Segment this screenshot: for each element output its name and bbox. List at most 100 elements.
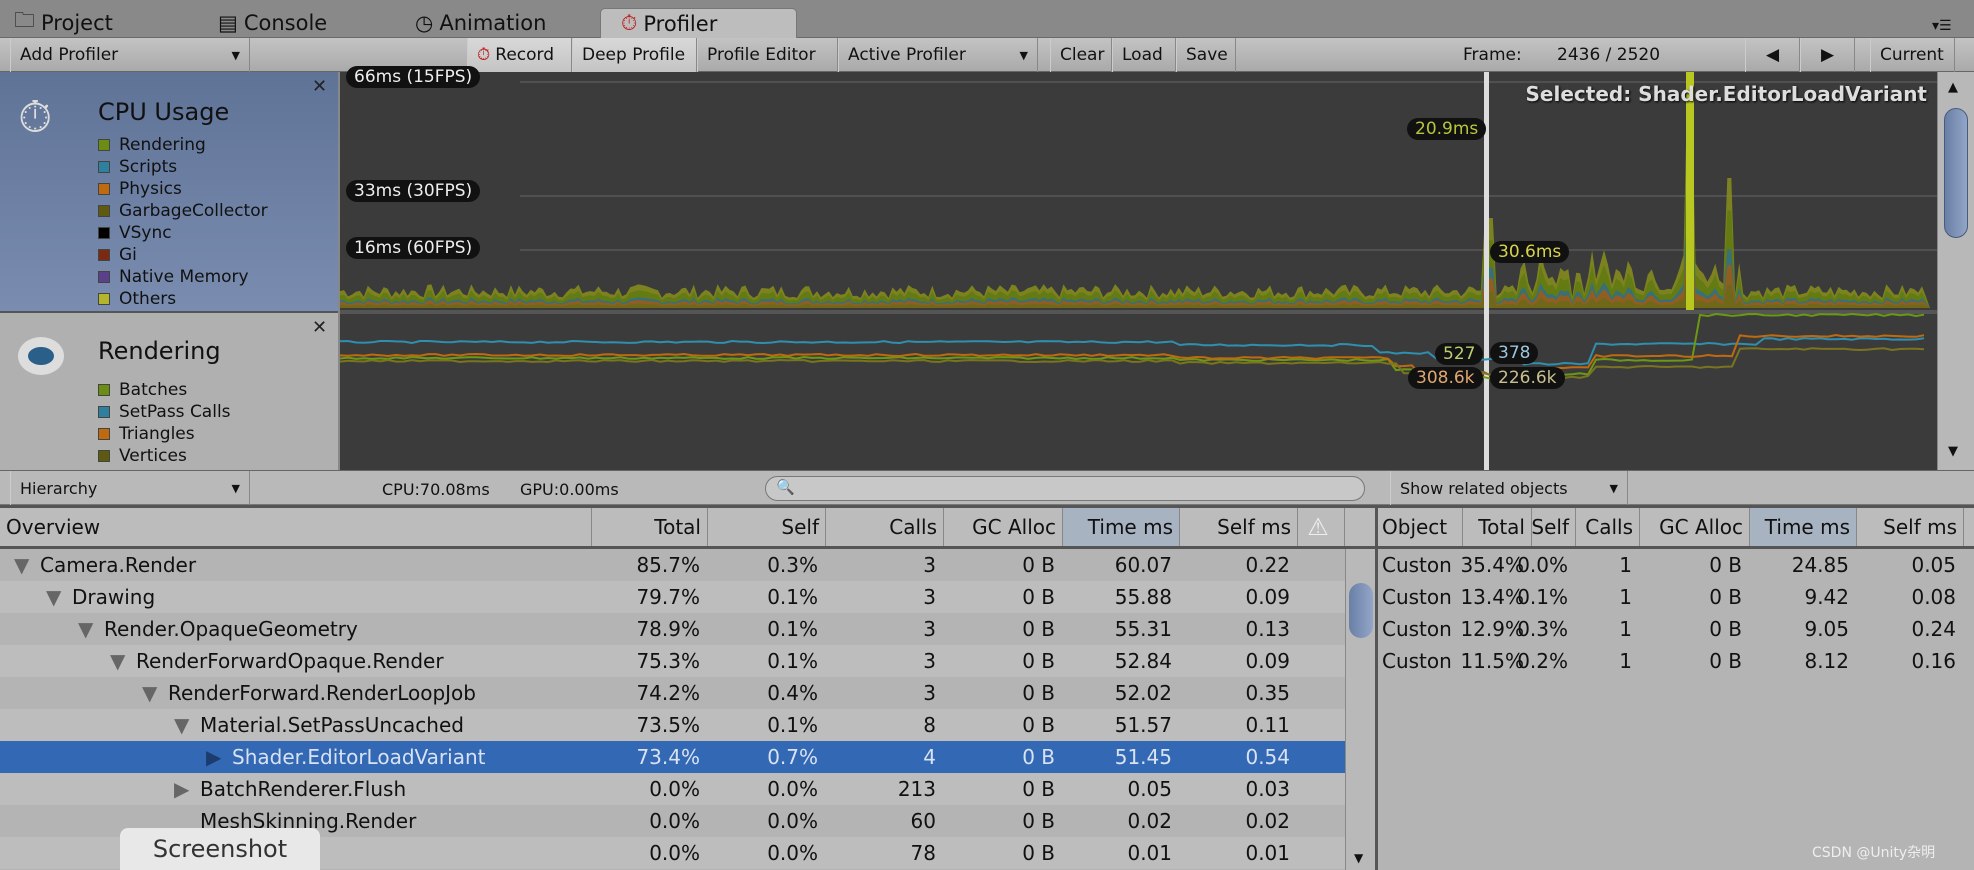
legend-item-physics[interactable]: Physics [98,179,182,199]
cell-2: 0.1% [1517,585,1568,609]
graph-canvas[interactable] [339,72,1937,470]
save-button[interactable]: Save [1176,38,1236,72]
expand-arrow-icon[interactable]: ▼ [14,553,40,577]
table-row[interactable]: ▼ Drawing 79.7% 0.1% 3 0 B 55.88 0.09 [0,581,1345,613]
cell-gc: 0 B [1022,553,1055,577]
search-input[interactable]: 🔍 [765,476,1365,501]
column-header-gc-alloc[interactable]: GC Alloc [944,508,1063,546]
column-header-self-ms[interactable]: Self ms [1180,508,1298,546]
cell-total: 0.0% [649,841,700,865]
cell-self: 0.0% [767,841,818,865]
cell-gc: 0 B [1022,713,1055,737]
column-header-calls[interactable]: Calls [826,508,944,546]
current-frame-button[interactable]: Current [1870,38,1955,72]
table-row[interactable]: Custon 12.9% 0.3% 1 0 B 9.05 0.24 [1378,613,1974,645]
profiler-toolbar: Add Profiler ▼ ⏱ Record Deep Profile Profi… [0,38,1974,72]
legend-label: GarbageCollector [119,201,268,221]
hierarchy-scrollbar[interactable]: ▼ [1345,549,1375,870]
load-button[interactable]: Load [1112,38,1176,72]
legend-label: VSync [119,223,172,243]
table-row[interactable]: ▼ Render.OpaqueGeometry 78.9% 0.1% 3 0 B 55.31… [0,613,1345,645]
cell-total: 73.4% [636,745,700,769]
legend-item-rendering[interactable]: Rendering [98,135,206,155]
column-header-calls[interactable]: Calls [1576,508,1640,546]
close-icon[interactable]: ✕ [312,317,327,338]
tab-profiler[interactable]: ⏱ Profiler [600,8,797,38]
cell-selfms: 0.54 [1245,745,1290,769]
next-frame-button[interactable]: ▶ [1800,38,1855,72]
expand-arrow-icon[interactable]: ▼ [46,585,72,609]
cell-total: 74.2% [636,681,700,705]
column-header-overview[interactable]: Overview [0,508,592,546]
collapse-arrow-icon[interactable]: ▶ [174,777,200,801]
scroll-down-icon[interactable]: ▼ [1948,444,1958,459]
legend-item-scripts[interactable]: Scripts [98,157,177,177]
legend-item-vertices[interactable]: Vertices [98,446,187,466]
scroll-down-icon[interactable]: ▼ [1354,851,1363,865]
tree-node: ▼ Drawing [46,581,163,613]
rendering-area-label[interactable]: Rendering ✕ Batches SetPass Calls Triangle… [0,311,338,470]
column-header-object[interactable]: Object [1378,508,1463,546]
profile-editor-button[interactable]: Profile Editor [697,38,838,72]
legend-item-vsync[interactable]: VSync [98,223,172,243]
show-related-objects-dropdown[interactable]: Show related objects ▼ [1390,471,1628,505]
column-header-self-ms[interactable]: Self ms [1857,508,1964,546]
column-header-total[interactable]: Total [1463,508,1532,546]
warning-icon[interactable]: ⚠ [1298,508,1345,546]
hierarchy-view-dropdown[interactable]: Hierarchy ▼ [10,471,250,505]
column-header-time-ms[interactable]: Time ms [1063,508,1180,546]
legend-item-batches[interactable]: Batches [98,380,187,400]
color-swatch [98,183,110,195]
column-header-gc-alloc[interactable]: GC Alloc [1640,508,1750,546]
color-swatch [98,428,110,440]
table-row[interactable]: ▼ RenderForwardOpaque.Render 75.3% 0.1% 3 0 B… [0,645,1345,677]
dropdown-arrow-icon: ▼ [1609,481,1618,495]
legend-item-native-memory[interactable]: Native Memory [98,267,249,287]
clear-button[interactable]: Clear [1050,38,1112,72]
tab-animation[interactable]: ◷ Animation [415,8,546,38]
expand-arrow-icon[interactable]: ▼ [174,713,200,737]
scrollbar-thumb[interactable] [1349,583,1373,638]
scrollbar-thumb[interactable] [1944,108,1968,238]
collapse-arrow-icon[interactable]: ▶ [206,745,232,769]
legend-item-setpass-calls[interactable]: SetPass Calls [98,402,231,422]
deep-profile-button[interactable]: Deep Profile [572,38,697,72]
table-row[interactable]: ▶ Shader.EditorLoadVariant 73.4% 0.7% 4 0 B 51… [0,741,1345,773]
expand-arrow-icon[interactable]: ▼ [142,681,168,705]
table-row[interactable]: ▼ RenderForward.RenderLoopJob 74.2% 0.4% 3 0 … [0,677,1345,709]
profiler-graph[interactable]: 66ms (15FPS) 33ms (30FPS) 16ms (60FPS) S… [339,66,1937,470]
column-header-total[interactable]: Total [592,508,708,546]
table-row[interactable]: ▼ Camera.Render 85.7% 0.3% 3 0 B 60.07 0.22 [0,549,1345,581]
active-profiler-dropdown[interactable]: Active Profiler ▼ [838,38,1038,72]
close-icon[interactable]: ✕ [312,76,327,97]
table-row[interactable]: Custon 13.4% 0.1% 1 0 B 9.42 0.08 [1378,581,1974,613]
graph-scrollbar[interactable]: ▲ ▼ [1937,72,1974,470]
expand-arrow-icon[interactable]: ▼ [78,617,104,641]
scroll-up-icon[interactable]: ▲ [1948,80,1958,95]
tab-menu-icon[interactable]: ▾☰ [1932,18,1952,34]
legend-label: Native Memory [119,267,249,287]
row-name: Camera.Render [40,553,197,577]
table-row[interactable]: Custon 11.5% 0.2% 1 0 B 8.12 0.16 [1378,645,1974,677]
cell-gc: 0 B [1022,681,1055,705]
spike-highlight [1686,72,1694,310]
column-header-time-ms[interactable]: Time ms [1750,508,1857,546]
cpu-usage-area-label[interactable]: ⏱ CPU Usage ✕ Rendering Scripts Physics Gar… [0,72,338,311]
add-profiler-dropdown[interactable]: Add Profiler ▼ [10,38,250,72]
cell-3: 1 [1619,617,1632,641]
cell-self: 0.7% [767,745,818,769]
column-header-self[interactable]: Self [708,508,826,546]
tab-project[interactable]: 🗀 Project [14,8,113,38]
legend-item-triangles[interactable]: Triangles [98,424,195,444]
expand-arrow-icon[interactable]: ▼ [110,649,136,673]
column-header-self[interactable]: Self [1531,508,1576,546]
legend-item-others[interactable]: Others [98,289,176,309]
legend-item-garbagecollector[interactable]: GarbageCollector [98,201,268,221]
prev-frame-button[interactable]: ◀ [1745,38,1800,72]
table-row[interactable]: Custon 35.4% 0.0% 1 0 B 24.85 0.05 [1378,549,1974,581]
table-row[interactable]: ▼ Material.SetPassUncached 73.5% 0.1% 8 0 B 51… [0,709,1345,741]
tab-console[interactable]: ▤ Console [218,8,327,38]
legend-item-gi[interactable]: Gi [98,245,137,265]
record-button[interactable]: ⏱ Record [467,38,572,72]
table-row[interactable]: ▶ BatchRenderer.Flush 0.0% 0.0% 213 0 B 0.05 0.… [0,773,1345,805]
